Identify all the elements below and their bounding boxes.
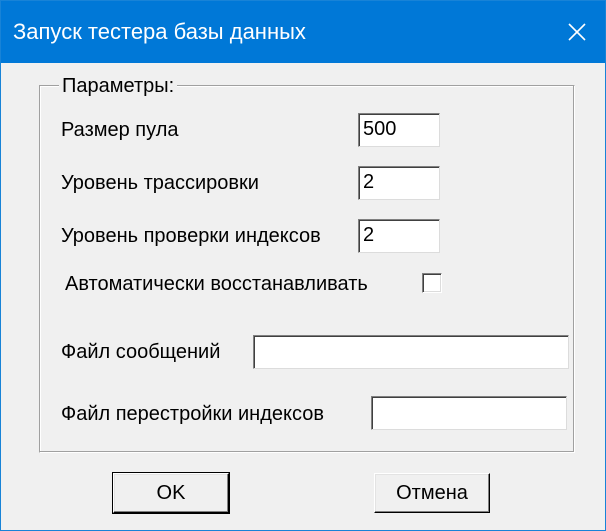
message-file-label: Файл сообщений — [61, 341, 221, 363]
cancel-button[interactable]: Отмена — [374, 473, 490, 513]
message-file-input[interactable] — [253, 335, 569, 369]
close-icon — [568, 23, 586, 41]
ok-button[interactable]: OK — [112, 472, 230, 514]
auto-restore-label: Автоматически восстанавливать — [65, 273, 368, 295]
trace-level-label: Уровень трассировки — [61, 172, 259, 194]
index-rebuild-file-input[interactable] — [371, 396, 567, 430]
index-rebuild-file-label: Файл перестройки индексов — [61, 403, 324, 425]
parameters-group-label: Параметры: — [59, 73, 178, 99]
window-title: Запуск тестера базы данных — [13, 19, 306, 44]
trace-level-input[interactable]: 2 — [358, 166, 440, 200]
dialog-window: Запуск тестера базы данных Параметры: Ра… — [0, 0, 606, 531]
index-check-level-label: Уровень проверки индексов — [61, 225, 321, 247]
pool-size-label: Размер пула — [61, 119, 179, 141]
close-button[interactable] — [549, 1, 605, 63]
title-bar: Запуск тестера базы данных — [1, 1, 605, 63]
index-check-level-input[interactable]: 2 — [358, 219, 440, 253]
pool-size-input[interactable]: 500 — [358, 113, 440, 147]
auto-restore-checkbox[interactable] — [422, 273, 442, 293]
